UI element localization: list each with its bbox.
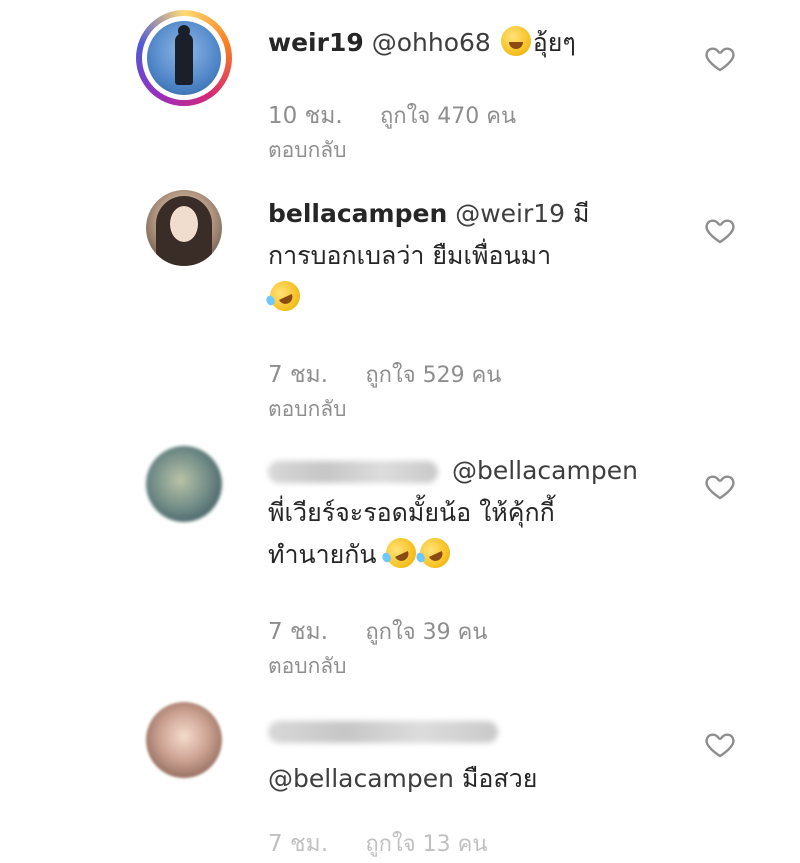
rolling-laughing-emoji-icon bbox=[381, 533, 422, 573]
comment-time[interactable]: 7 ชม. bbox=[268, 362, 328, 388]
comment-text: มี bbox=[573, 199, 590, 228]
comment-mention[interactable]: @bellacampen bbox=[268, 764, 454, 793]
reply-button[interactable]: ตอบกลับ bbox=[268, 394, 668, 424]
heart-icon[interactable] bbox=[704, 214, 736, 246]
heart-icon[interactable] bbox=[704, 728, 736, 760]
comment-time[interactable]: 7 ชม. bbox=[268, 831, 328, 857]
avatar[interactable] bbox=[146, 190, 222, 266]
avatar[interactable] bbox=[146, 446, 222, 522]
blurred-username[interactable] bbox=[268, 461, 438, 483]
comment-time[interactable]: 10 ชม. bbox=[268, 103, 343, 129]
comment-username[interactable]: bellacampen bbox=[268, 199, 447, 228]
smiling-emoji-icon bbox=[500, 26, 531, 56]
comment-text: มือสวย bbox=[461, 764, 538, 793]
blurred-username[interactable] bbox=[268, 721, 498, 743]
comment-text: พี่เวียร์จะรอดมั้ยน้อ ให้คุ้กกี้ bbox=[268, 498, 555, 527]
heart-icon[interactable] bbox=[704, 470, 736, 502]
avatar[interactable] bbox=[146, 702, 222, 778]
comment-mention[interactable]: @bellacampen bbox=[452, 456, 638, 485]
rolling-laughing-emoji-icon bbox=[265, 276, 305, 316]
comment-text: การบอกเบลว่า ยืมเพื่อนมา bbox=[268, 241, 552, 270]
comment-text: อุ้ยๆ bbox=[532, 28, 576, 57]
rolling-laughing-emoji-icon bbox=[415, 533, 456, 573]
comment-time[interactable]: 7 ชม. bbox=[268, 619, 328, 645]
comment-mention[interactable]: @ohho68 bbox=[372, 28, 491, 57]
comment-username[interactable]: weir19 bbox=[268, 28, 364, 57]
comment-likes[interactable]: ถูกใจ 529 คน bbox=[365, 363, 501, 388]
comment-mention[interactable]: @weir19 bbox=[455, 199, 565, 228]
heart-icon[interactable] bbox=[704, 42, 736, 74]
reply-button[interactable]: ตอบกลับ bbox=[268, 135, 668, 165]
comment-likes[interactable]: ถูกใจ 13 คน bbox=[365, 832, 487, 857]
comment-text: ทำนายกัน bbox=[268, 540, 377, 569]
comment-likes[interactable]: ถูกใจ 470 คน bbox=[380, 104, 516, 129]
reply-button[interactable]: ตอบกลับ bbox=[268, 651, 668, 681]
avatar[interactable] bbox=[136, 10, 232, 106]
comment-likes[interactable]: ถูกใจ 39 คน bbox=[365, 620, 487, 645]
